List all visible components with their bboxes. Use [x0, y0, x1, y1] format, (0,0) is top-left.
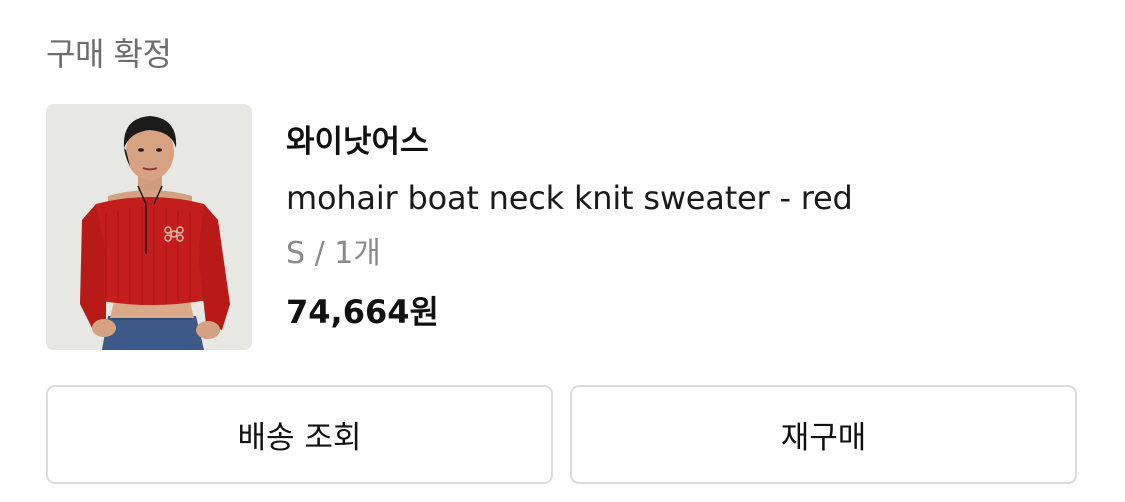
rebuy-button[interactable]: 재구매 [570, 385, 1077, 484]
brand-name[interactable]: 와이낫어스 [286, 122, 429, 162]
order-product-row[interactable]: 와이낫어스 mohair boat neck knit sweater - re… [46, 104, 1086, 350]
product-name[interactable]: mohair boat neck knit sweater - red [286, 177, 853, 219]
product-option: S / 1개 [286, 236, 381, 271]
product-price: 74,664원 [286, 293, 439, 331]
track-shipping-button[interactable]: 배송 조회 [46, 385, 553, 484]
product-thumbnail[interactable] [46, 104, 252, 350]
product-photo-illustration [46, 104, 252, 350]
order-status-title: 구매 확정 [46, 35, 172, 73]
